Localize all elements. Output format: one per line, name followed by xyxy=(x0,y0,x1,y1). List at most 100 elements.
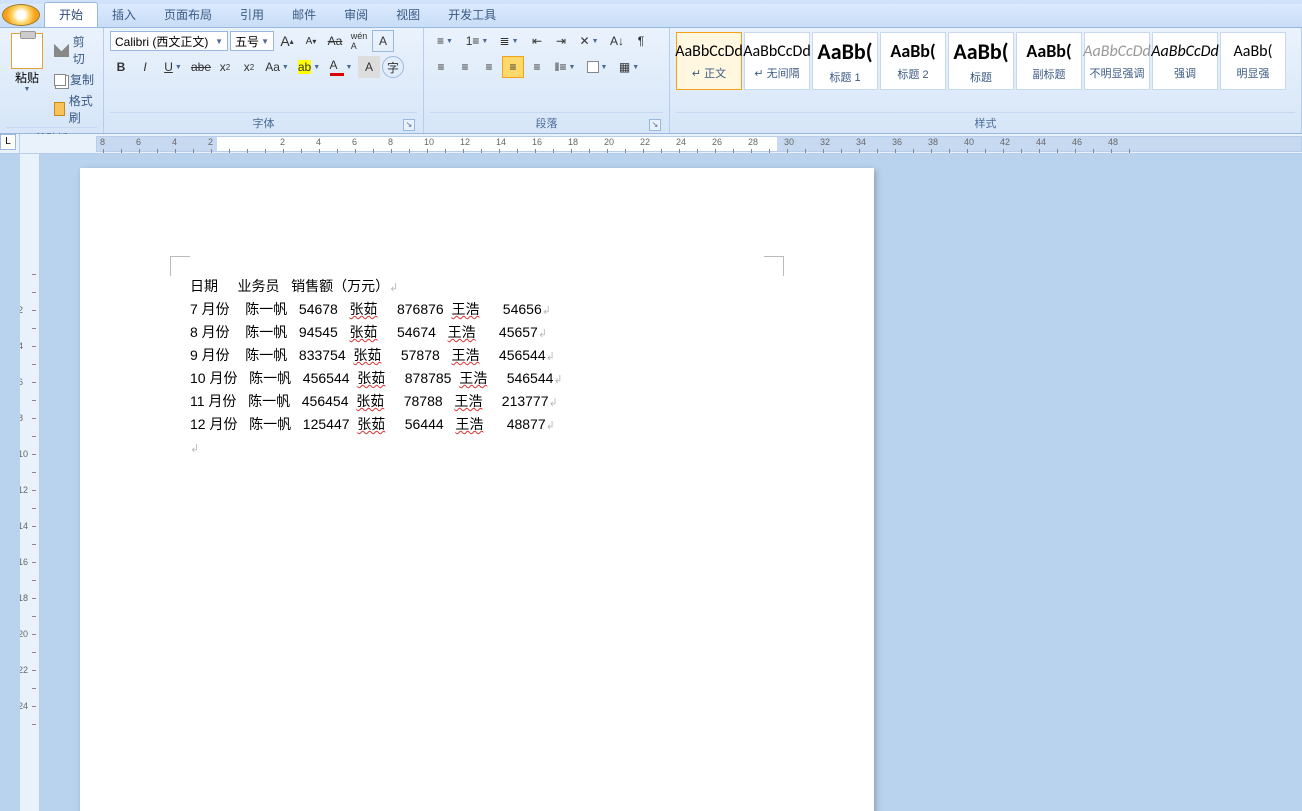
table-row: 12 月份 陈一帆 125447 张茹 56444 王浩 48877↲ xyxy=(190,414,764,437)
character-shading-button[interactable]: A xyxy=(358,56,380,78)
style-item[interactable]: AaBb(标题 2 xyxy=(880,32,946,90)
font-name-combo[interactable]: Calibri (西文正文)▼ xyxy=(110,31,228,51)
tab-insert[interactable]: 插入 xyxy=(98,3,150,27)
document-workspace[interactable]: 日期 业务员 销售额（万元）↲7 月份 陈一帆 54678 张茹 876876 … xyxy=(20,154,1302,811)
document-body[interactable]: 日期 业务员 销售额（万元）↲7 月份 陈一帆 54678 张茹 876876 … xyxy=(190,276,764,460)
table-row: 8 月份 陈一帆 94545 张茹 54674 王浩 45657↲ xyxy=(190,322,764,345)
style-sample: AaBbCcDd xyxy=(675,42,743,61)
style-name: 副标题 xyxy=(1033,66,1066,82)
group-font: Calibri (西文正文)▼ 五号▼ A▴ A▾ Aa wénA A B I … xyxy=(104,28,424,133)
horizontal-ruler[interactable] xyxy=(20,134,1302,154)
group-clipboard: 粘贴 ▼ 剪切 复制 格式刷 剪贴板↘ xyxy=(0,28,104,133)
table-row: 7 月份 陈一帆 54678 张茹 876876 王浩 54656↲ xyxy=(190,299,764,322)
format-painter-label: 格式刷 xyxy=(69,92,95,126)
align-distributed-button[interactable]: ≡ xyxy=(526,56,548,78)
line-spacing-button[interactable]: ‖≡▼ xyxy=(550,56,580,78)
paste-label: 粘贴 xyxy=(15,69,39,86)
style-sample: AaBbCcDd xyxy=(1083,42,1151,61)
cut-button[interactable]: 剪切 xyxy=(52,32,97,68)
increase-indent-button[interactable]: ⇥ xyxy=(550,30,572,52)
tab-view[interactable]: 视图 xyxy=(382,3,434,27)
italic-button[interactable]: I xyxy=(134,56,156,78)
change-case-button[interactable]: Aa▼ xyxy=(262,56,292,78)
paragraph-dialog-launcher[interactable]: ↘ xyxy=(649,119,661,131)
tab-review[interactable]: 审阅 xyxy=(330,3,382,27)
paste-button[interactable]: 粘贴 ▼ xyxy=(6,30,48,127)
paragraph-end: ↲ xyxy=(190,437,764,460)
table-header: 日期 业务员 销售额（万元）↲ xyxy=(190,276,764,299)
style-sample: AaBb( xyxy=(1234,42,1273,61)
strikethrough-button[interactable]: abe xyxy=(190,56,212,78)
style-sample: AaBb( xyxy=(953,38,1008,65)
ribbon-tabstrip: 开始 插入 页面布局 引用 邮件 审阅 视图 开发工具 xyxy=(0,4,1302,28)
document-page[interactable]: 日期 业务员 销售额（万元）↲7 月份 陈一帆 54678 张茹 876876 … xyxy=(80,168,874,811)
font-name-value: Calibri (西文正文) xyxy=(115,33,208,50)
margin-corner-icon xyxy=(170,256,190,276)
copy-icon xyxy=(54,74,66,86)
sort-button[interactable]: A↓ xyxy=(606,30,628,52)
styles-gallery[interactable]: AaBbCcDd↵ 正文AaBbCcDd↵ 无间隔AaBb(标题 1AaBb(标… xyxy=(676,30,1295,112)
tab-developer[interactable]: 开发工具 xyxy=(434,3,510,27)
font-dialog-launcher[interactable]: ↘ xyxy=(403,119,415,131)
align-left-button[interactable]: ≡ xyxy=(430,56,452,78)
style-item[interactable]: AaBb(标题 1 xyxy=(812,32,878,90)
style-name: 明显强 xyxy=(1237,65,1270,81)
clear-formatting-button[interactable]: Aa xyxy=(324,30,346,52)
ribbon: 粘贴 ▼ 剪切 复制 格式刷 剪贴板↘ Calibri (西文正文)▼ 五号▼ … xyxy=(0,28,1302,134)
style-item[interactable]: AaBbCcDd强调 xyxy=(1152,32,1218,90)
style-item[interactable]: AaBb( 明显强 xyxy=(1220,32,1286,90)
group-paragraph: ≡▼ 1≡▼ ≣▼ ⇤ ⇥ ✕▼ A↓ ¶ ≡ ≡ ≡ ≡ ≡ ‖≡▼ ▼ ▦▼… xyxy=(424,28,670,133)
group-label-font: 字体↘ xyxy=(110,112,417,133)
phonetic-guide-button[interactable]: wénA xyxy=(348,30,370,52)
group-label-paragraph: 段落↘ xyxy=(430,112,663,133)
superscript-button[interactable]: x2 xyxy=(238,56,260,78)
format-painter-button[interactable]: 格式刷 xyxy=(52,91,97,127)
align-center-button[interactable]: ≡ xyxy=(454,56,476,78)
bold-button[interactable]: B xyxy=(110,56,132,78)
numbering-button[interactable]: 1≡▼ xyxy=(462,30,492,52)
tab-home[interactable]: 开始 xyxy=(44,2,98,27)
style-name: 强调 xyxy=(1174,65,1196,81)
asian-layout-button[interactable]: ✕▼ xyxy=(574,30,604,52)
style-name: ↵ 正文 xyxy=(692,65,726,81)
style-name: 标题 2 xyxy=(897,66,928,82)
underline-button[interactable]: U▼ xyxy=(158,56,188,78)
bullets-button[interactable]: ≡▼ xyxy=(430,30,460,52)
character-border-button[interactable]: A xyxy=(372,30,394,52)
scissors-icon xyxy=(54,43,69,57)
tab-selector[interactable]: L xyxy=(0,134,20,154)
grow-font-button[interactable]: A▴ xyxy=(276,30,298,52)
decrease-indent-button[interactable]: ⇤ xyxy=(526,30,548,52)
shading-button[interactable]: ▼ xyxy=(582,56,612,78)
table-row: 10 月份 陈一帆 456544 张茹 878785 王浩 546544↲ xyxy=(190,368,764,391)
style-item[interactable]: AaBbCcDd↵ 无间隔 xyxy=(744,32,810,90)
margin-corner-icon xyxy=(764,256,784,276)
tab-page-layout[interactable]: 页面布局 xyxy=(150,3,226,27)
subscript-button[interactable]: x2 xyxy=(214,56,236,78)
enclose-characters-button[interactable]: 字 xyxy=(382,56,404,78)
align-right-button[interactable]: ≡ xyxy=(478,56,500,78)
highlight-button[interactable]: ab▼ xyxy=(294,56,324,78)
group-label-styles: 样式 xyxy=(676,112,1295,133)
borders-button[interactable]: ▦▼ xyxy=(614,56,644,78)
multilevel-list-button[interactable]: ≣▼ xyxy=(494,30,524,52)
show-marks-button[interactable]: ¶ xyxy=(630,30,652,52)
font-size-value: 五号 xyxy=(235,33,259,50)
style-item[interactable]: AaBb(标题 xyxy=(948,32,1014,90)
align-justify-button[interactable]: ≡ xyxy=(502,56,524,78)
font-color-button[interactable]: A▼ xyxy=(326,56,356,78)
style-name: ↵ 无间隔 xyxy=(754,65,799,81)
style-sample: AaBb( xyxy=(817,38,872,65)
copy-label: 复制 xyxy=(70,71,94,88)
shrink-font-button[interactable]: A▾ xyxy=(300,30,322,52)
font-size-combo[interactable]: 五号▼ xyxy=(230,31,274,51)
copy-button[interactable]: 复制 xyxy=(52,70,97,89)
style-sample: AaBb( xyxy=(1026,40,1071,62)
style-item[interactable]: AaBb( 副标题 xyxy=(1016,32,1082,90)
office-button[interactable] xyxy=(2,4,40,26)
style-item[interactable]: AaBbCcDd ↵ 正文 xyxy=(676,32,742,90)
tab-mailings[interactable]: 邮件 xyxy=(278,3,330,27)
tab-references[interactable]: 引用 xyxy=(226,3,278,27)
vertical-ruler[interactable] xyxy=(20,154,40,811)
style-item[interactable]: AaBbCcDd不明显强调 xyxy=(1084,32,1150,90)
